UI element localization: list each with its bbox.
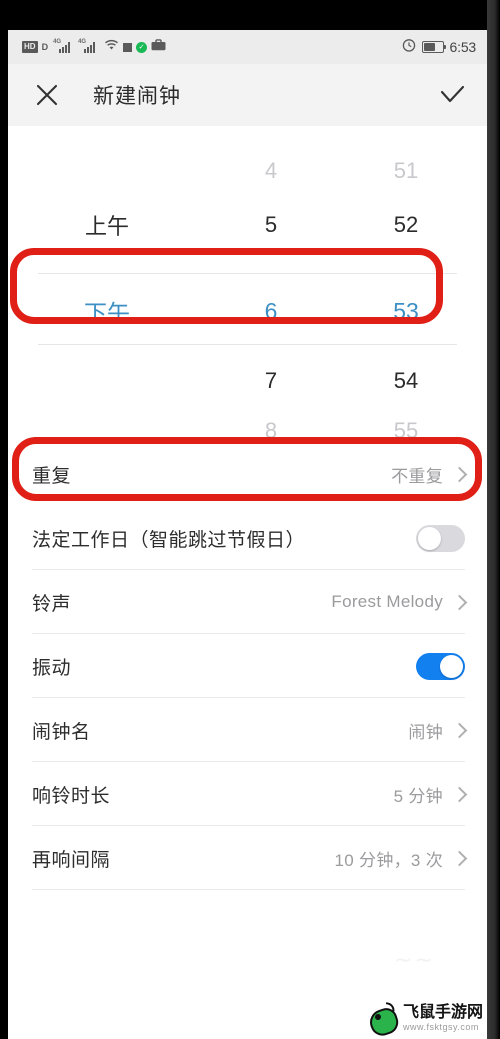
picker-row-1[interactable]: 上午 5 52 — [8, 192, 487, 258]
workday-label: 法定工作日（智能跳过节假日） — [32, 529, 306, 551]
vibrate-toggle[interactable] — [416, 652, 465, 680]
settings-row-workday[interactable]: 法定工作日（智能跳过节假日） — [8, 506, 487, 570]
alarm-icon — [402, 38, 416, 57]
green-check-icon: ✓ — [136, 41, 148, 53]
signal-1-icon: 4G — [53, 39, 73, 53]
chevron-right-icon — [451, 786, 468, 802]
status-bar-left-icons: HD D 4G 4G ✓ — [22, 38, 166, 56]
mouse-logo-icon — [366, 1002, 402, 1039]
picker-hour-3: 7 — [264, 368, 278, 393]
snooze-label: 再响间隔 — [32, 849, 111, 871]
picker-ampm-selected: 下午 — [84, 300, 130, 326]
status-bar-clock: 6:53 — [449, 39, 477, 55]
status-bar-right-icons: 6:53 — [402, 38, 476, 57]
time-picker[interactable]: 4 51 上午 5 52 下午 6 53 7 54 8 55 — [8, 126, 487, 443]
page-title: 新建闹钟 — [93, 85, 181, 108]
settings-list: 重复 不重复 法定工作日（智能跳过节假日） 铃声 Forest Melody 振… — [8, 442, 487, 890]
picker-hour-selected: 6 — [264, 297, 278, 324]
phone-screen: HD D 4G 4G ✓ 6:53 新建闹钟 4 51 上午 5 52 下午 6… — [8, 30, 487, 1039]
ringtone-label: 铃声 — [32, 593, 72, 615]
watermark-ghost-mark: ∼∼ — [394, 947, 435, 972]
picker-minute-3: 54 — [393, 368, 419, 393]
chevron-right-icon — [451, 722, 468, 738]
status-bar: HD D 4G 4G ✓ 6:53 — [8, 30, 487, 64]
close-icon[interactable] — [32, 80, 62, 110]
picker-row-selected[interactable]: 下午 6 53 — [8, 278, 487, 344]
device-frame: HD D 4G 4G ✓ 6:53 新建闹钟 4 51 上午 5 52 下午 6… — [0, 0, 500, 1039]
settings-row-ring-duration[interactable]: 响铃时长 5 分钟 — [8, 762, 487, 826]
picker-hour-4: 8 — [264, 418, 278, 443]
picker-hour-0: 4 — [264, 158, 278, 183]
alarm-name-label: 闹钟名 — [32, 721, 91, 743]
ring-duration-value: 5 分钟 — [393, 786, 443, 806]
ring-duration-label: 响铃时长 — [32, 785, 111, 807]
wifi-icon — [104, 38, 119, 56]
signal-2-network-label: 4G — [78, 39, 87, 45]
picker-divider-bottom — [38, 344, 457, 345]
battery-icon — [421, 41, 446, 53]
watermark-text: 飞鼠手游网 www.fsktgsy.com — [402, 1003, 483, 1032]
picker-divider-top — [38, 273, 457, 274]
repeat-label: 重复 — [32, 465, 72, 487]
app-bar: 新建闹钟 — [8, 64, 487, 126]
device-right-edge — [487, 0, 500, 1039]
watermark-url: www.fsktgsy.com — [402, 1021, 479, 1032]
picker-minute-0: 51 — [393, 158, 419, 183]
confirm-check-icon[interactable] — [437, 80, 467, 110]
settings-row-alarm-name[interactable]: 闹钟名 闹钟 — [8, 698, 487, 762]
signal-1-network-label: 4G — [53, 39, 62, 45]
picker-minute-4: 55 — [393, 418, 419, 443]
square-icon — [123, 42, 133, 52]
repeat-value: 不重复 — [391, 466, 443, 486]
settings-row-repeat[interactable]: 重复 不重复 — [8, 442, 487, 506]
watermark-site-name: 飞鼠手游网 — [402, 1003, 483, 1021]
chevron-right-icon — [451, 850, 468, 866]
watermark: 飞鼠手游网 www.fsktgsy.com — [366, 1002, 483, 1039]
ringtone-value: Forest Melody — [331, 592, 443, 611]
picker-minute-1: 52 — [393, 212, 419, 237]
settings-row-ringtone[interactable]: 铃声 Forest Melody — [8, 570, 487, 634]
chevron-right-icon — [451, 594, 468, 610]
picker-hour-1: 5 — [264, 212, 278, 237]
workday-toggle[interactable] — [416, 524, 465, 552]
signal-2-icon: 4G — [78, 39, 98, 53]
chevron-right-icon — [451, 466, 468, 482]
picker-minute-selected: 53 — [393, 297, 419, 324]
row-divider — [32, 889, 465, 890]
hd-icon: HD — [22, 41, 38, 53]
alarm-name-value: 闹钟 — [408, 722, 443, 742]
data-icon: D — [41, 42, 49, 52]
briefcase-icon — [151, 38, 166, 56]
picker-ampm-1: 上午 — [84, 214, 129, 239]
vibrate-label: 振动 — [32, 657, 72, 679]
settings-row-vibrate[interactable]: 振动 — [8, 634, 487, 698]
snooze-value: 10 分钟，3 次 — [334, 850, 443, 870]
settings-row-snooze[interactable]: 再响间隔 10 分钟，3 次 — [8, 826, 487, 890]
